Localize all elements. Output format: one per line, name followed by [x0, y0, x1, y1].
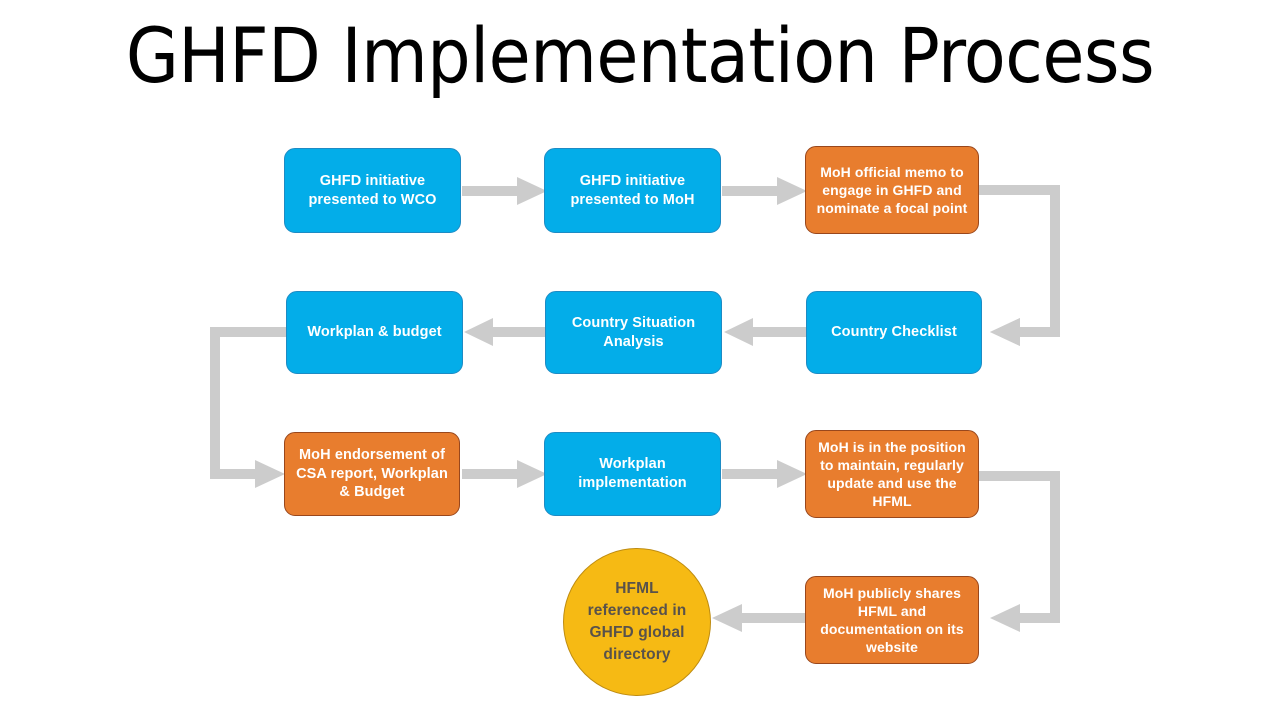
- node-moh-endorsement-csa-workplan-budget[interactable]: MoH endorsement of CSA report, Workplan …: [284, 432, 460, 516]
- connector-country-situation-to-workplan-budget: [464, 318, 548, 346]
- node-moh-publicly-shares-hfml[interactable]: MoH publicly shares HFML and documentati…: [805, 576, 979, 664]
- node-country-checklist[interactable]: Country Checklist: [806, 291, 982, 374]
- node-moh-maintain-update-use-hfml[interactable]: MoH is in the position to maintain, regu…: [805, 430, 979, 518]
- connector-moh-memo-to-country-checklist: [979, 176, 1069, 351]
- node-label: Workplan & budget: [307, 324, 442, 341]
- node-label: MoH is in the position to maintain, regu…: [818, 438, 966, 510]
- connector-country-checklist-to-country-situation: [724, 318, 808, 346]
- node-workplan-and-budget[interactable]: Workplan & budget: [286, 291, 463, 374]
- node-label: MoH endorsement of CSA report, Workplan …: [296, 446, 448, 501]
- node-label: Workplan implementation: [578, 456, 687, 491]
- node-workplan-implementation[interactable]: Workplan implementation: [544, 432, 721, 516]
- node-label: HFML referenced in GHFD global directory: [587, 580, 687, 663]
- node-label: MoH publicly shares HFML and documentati…: [820, 584, 964, 656]
- node-label: MoH official memo to engage in GHFD and …: [816, 163, 968, 217]
- node-ghfd-initiative-presented-to-moh[interactable]: GHFD initiative presented to MoH: [544, 148, 721, 233]
- page-title: GHFD Implementation Process: [125, 11, 1155, 100]
- connector-moh-endorsement-to-workplan-impl: [462, 460, 547, 488]
- connector-workplan-impl-to-moh-maintain: [722, 460, 807, 488]
- connector-workplan-budget-to-moh-endorsement: [205, 318, 295, 493]
- node-moh-official-memo[interactable]: MoH official memo to engage in GHFD and …: [805, 146, 979, 234]
- node-label: GHFD initiative presented to WCO: [308, 172, 437, 208]
- connector-moh-maintain-to-moh-publish: [979, 462, 1069, 637]
- node-ghfd-initiative-presented-to-wco[interactable]: GHFD initiative presented to WCO: [284, 148, 461, 233]
- connector-ghfd-wco-to-ghfd-moh: [462, 177, 547, 205]
- connector-moh-publish-to-hfml-directory: [712, 604, 807, 632]
- node-country-situation-analysis[interactable]: Country Situation Analysis: [545, 291, 722, 374]
- node-label: Country Checklist: [831, 324, 957, 341]
- node-hfml-referenced-in-ghfd-global-directory[interactable]: HFML referenced in GHFD global directory: [563, 548, 711, 696]
- connector-ghfd-moh-to-moh-memo: [722, 177, 807, 205]
- slide-canvas: GHFD Implementation Process GHFD initiat…: [0, 0, 1280, 720]
- node-label: GHFD initiative presented to MoH: [570, 172, 695, 208]
- node-label: Country Situation Analysis: [571, 314, 696, 350]
